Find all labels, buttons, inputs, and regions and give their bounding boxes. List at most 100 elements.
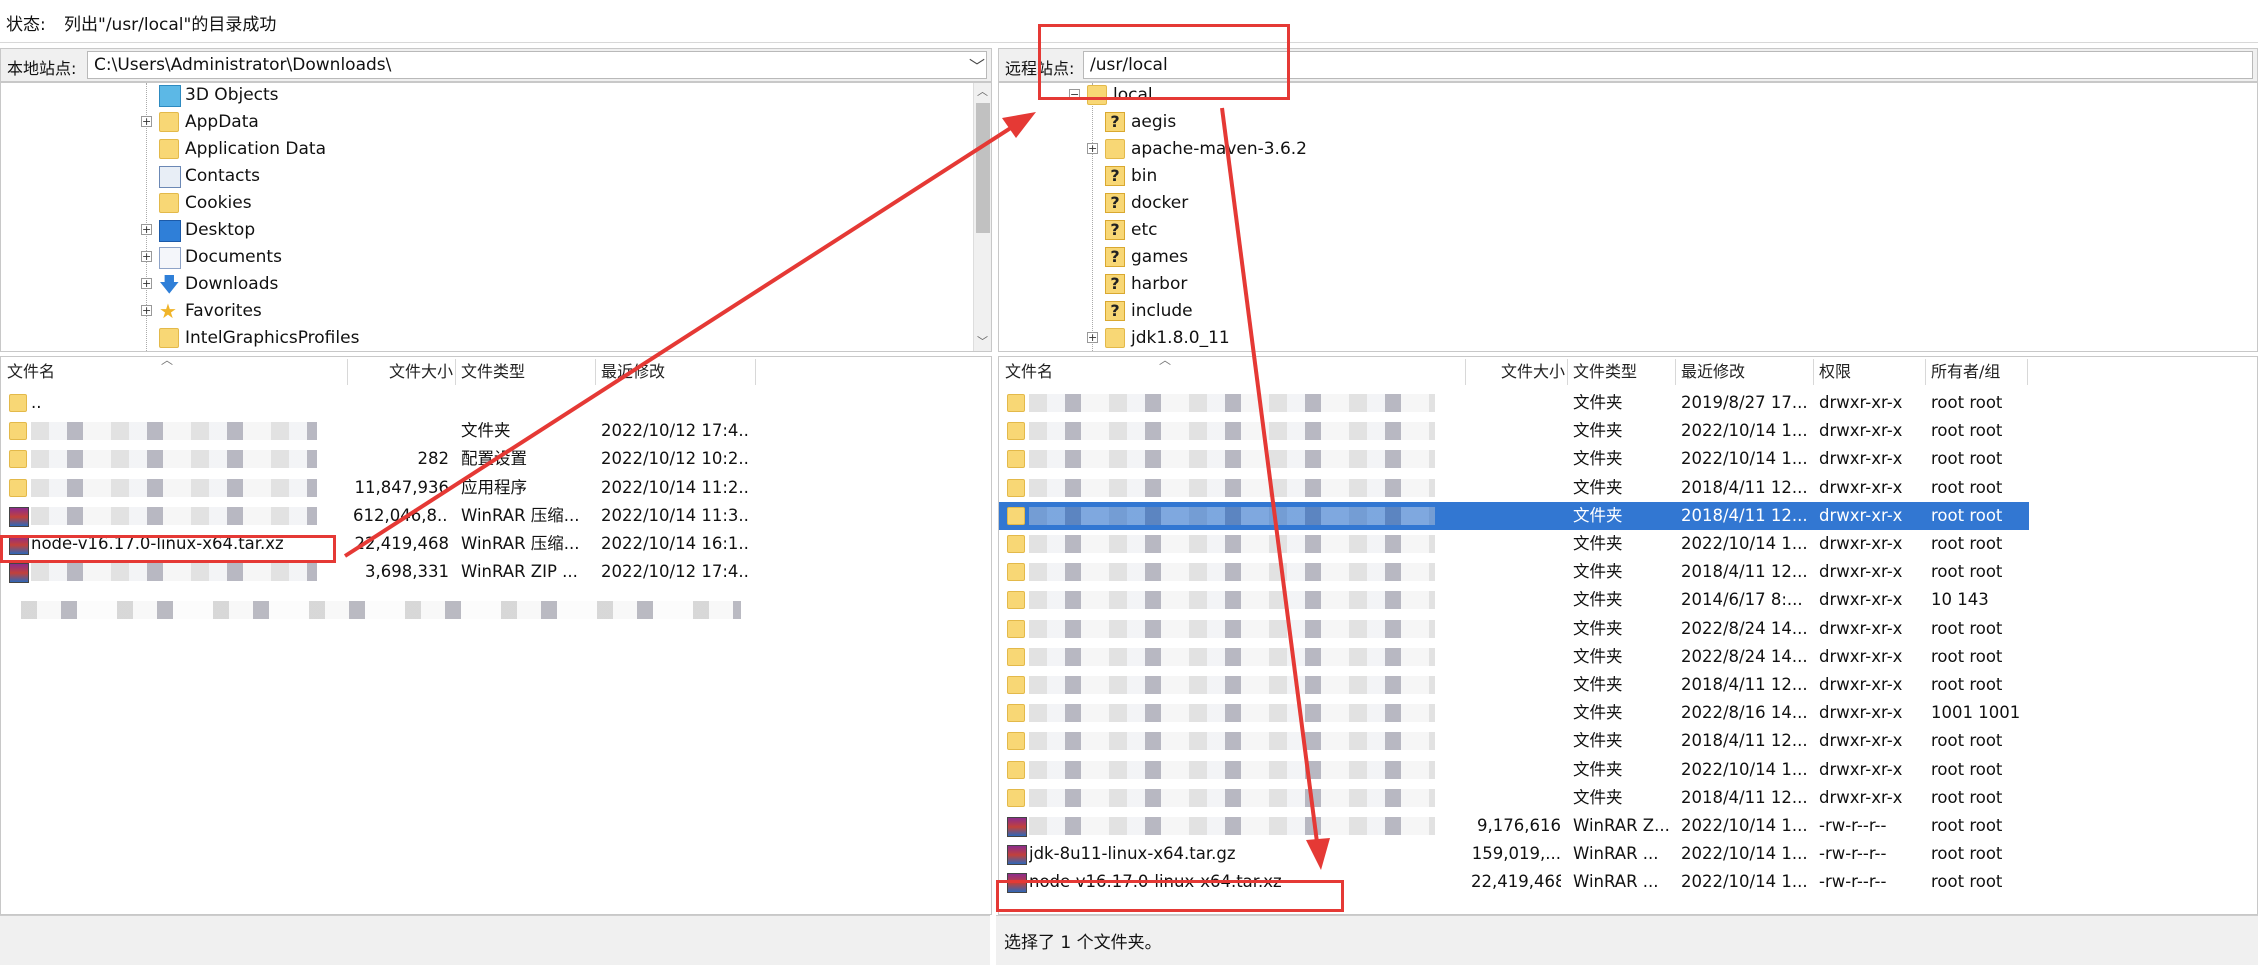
tree-item[interactable]: 3D Objects bbox=[141, 83, 641, 109]
cell-name: jdk-8u11-linux-x64.tar.gz bbox=[1029, 844, 1236, 864]
column-header[interactable]: 文件大小 bbox=[1471, 357, 1565, 387]
file-row[interactable]: 文件夹 2014/6/17 8:... drwxr-xr-x 10 143 bbox=[999, 586, 2029, 614]
scrollbar-thumb[interactable] bbox=[976, 103, 990, 233]
column-header[interactable]: 文件名 bbox=[7, 357, 345, 387]
column-header[interactable]: 文件名 bbox=[1005, 357, 1463, 387]
file-row[interactable]: 612,046,8... WinRAR 压缩... 2022/10/14 11:3.… bbox=[1, 502, 761, 530]
file-row[interactable]: 文件夹 2022/10/14 1... drwxr-xr-x root root bbox=[999, 756, 2029, 784]
tree-item[interactable]: ? bin bbox=[1087, 163, 1587, 190]
cell-modified: 2014/6/17 8:... bbox=[1681, 590, 1803, 610]
tree-item[interactable]: + jdk1.8.0_11 bbox=[1087, 325, 1587, 351]
cell-perm: drwxr-xr-x bbox=[1819, 675, 1903, 694]
tree-item[interactable]: + ★ Favorites bbox=[141, 298, 641, 325]
redacted-name bbox=[1029, 760, 1435, 779]
file-row[interactable]: 11,847,936 应用程序 2022/10/14 11:2... bbox=[1, 474, 761, 502]
file-row[interactable]: .. bbox=[1, 389, 761, 417]
tree-item[interactable]: + apache-maven-3.6.2 bbox=[1087, 136, 1587, 163]
expand-icon[interactable]: + bbox=[141, 251, 152, 262]
redacted-name bbox=[1029, 704, 1435, 723]
file-row[interactable]: 文件夹 2018/4/11 12... drwxr-xr-x root root bbox=[999, 671, 2029, 699]
column-separator[interactable] bbox=[1675, 359, 1676, 385]
file-row[interactable]: 文件夹 2022/10/14 1... drwxr-xr-x root root bbox=[999, 417, 2029, 445]
cell-modified: 2022/10/14 1... bbox=[1681, 534, 1807, 553]
file-row[interactable]: 文件夹 2018/4/11 12... drwxr-xr-x root root bbox=[999, 784, 2029, 812]
file-row[interactable]: 文件夹 2022/8/24 14... drwxr-xr-x root root bbox=[999, 615, 2029, 643]
cell-type: 配置设置 bbox=[461, 449, 527, 469]
tree-item[interactable]: ? docker bbox=[1087, 190, 1587, 217]
tree-item[interactable]: IntelGraphicsProfiles bbox=[141, 325, 641, 351]
tree-item[interactable]: ? include bbox=[1087, 298, 1587, 325]
cell-type: 文件夹 bbox=[1573, 393, 1623, 412]
tree-item[interactable]: ? etc bbox=[1087, 217, 1587, 244]
file-row[interactable]: 文件夹 2018/4/11 12... drwxr-xr-x root root bbox=[999, 501, 2029, 530]
expand-icon[interactable]: + bbox=[141, 278, 152, 289]
local-tree-scrollbar[interactable]: ︿ ﹀ bbox=[973, 83, 991, 351]
cell-owner: root root bbox=[1931, 759, 2003, 779]
redacted-name bbox=[1029, 535, 1435, 553]
column-separator[interactable] bbox=[455, 359, 456, 385]
file-row[interactable]: 文件夹 2019/8/27 17... drwxr-xr-x root root bbox=[999, 389, 2029, 417]
column-header[interactable]: 最近修改 bbox=[601, 357, 753, 387]
column-header[interactable]: 文件类型 bbox=[461, 357, 593, 387]
3d-objects-icon bbox=[159, 85, 181, 107]
expand-icon[interactable]: + bbox=[1087, 143, 1098, 154]
tree-item[interactable]: Contacts bbox=[141, 163, 641, 190]
file-row[interactable]: 文件夹 2022/10/14 1... drwxr-xr-x root root bbox=[999, 445, 2029, 473]
column-header[interactable]: 文件类型 bbox=[1573, 357, 1673, 387]
tree-item[interactable]: Cookies bbox=[141, 190, 641, 217]
column-separator[interactable] bbox=[1465, 359, 1466, 385]
column-separator[interactable] bbox=[1925, 359, 1926, 385]
folder-icon bbox=[1105, 328, 1125, 348]
redacted-name bbox=[1029, 788, 1435, 807]
column-separator[interactable] bbox=[347, 359, 348, 385]
file-row[interactable]: 文件夹 2022/10/12 17:4... bbox=[1, 417, 761, 445]
tree-item[interactable]: + 🡇 Downloads bbox=[141, 271, 641, 298]
cell-perm: drwxr-xr-x bbox=[1819, 787, 1903, 807]
file-row[interactable]: 文件夹 2022/8/16 14... drwxr-xr-x 1001 1001 bbox=[999, 699, 2029, 727]
file-row[interactable]: jdk-8u11-linux-x64.tar.gz 159,019,... WinR… bbox=[999, 840, 2029, 868]
file-row[interactable]: 文件夹 2022/10/14 1... drwxr-xr-x root root bbox=[999, 530, 2029, 558]
file-row[interactable]: 文件夹 2018/4/11 12... drwxr-xr-x root root bbox=[999, 474, 2029, 502]
file-row[interactable]: 282 配置设置 2022/10/12 10:2... bbox=[1, 445, 761, 473]
file-row[interactable]: 文件夹 2018/4/11 12... drwxr-xr-x root root bbox=[999, 727, 2029, 755]
cell-type: 文件夹 bbox=[1573, 590, 1623, 610]
expand-icon[interactable]: + bbox=[141, 305, 152, 316]
tree-item[interactable]: Application Data bbox=[141, 136, 641, 163]
expand-icon[interactable]: + bbox=[141, 116, 152, 127]
column-header[interactable]: 所有者/组 bbox=[1931, 357, 2025, 387]
column-header[interactable]: 最近修改 bbox=[1681, 357, 1811, 387]
tree-item-label: AppData bbox=[185, 112, 259, 132]
chevron-down-icon[interactable]: ﹀ bbox=[969, 53, 985, 77]
tree-item[interactable]: + Documents bbox=[141, 244, 641, 271]
chevron-up-icon[interactable]: ︿ bbox=[977, 83, 988, 99]
tree-item[interactable]: ? games bbox=[1087, 244, 1587, 271]
chevron-down-icon[interactable]: ﹀ bbox=[977, 333, 988, 349]
cell-modified: 2022/10/14 11:2... bbox=[601, 477, 749, 497]
cell-perm: drwxr-xr-x bbox=[1819, 505, 1903, 525]
column-separator[interactable] bbox=[595, 359, 596, 385]
expand-icon[interactable]: + bbox=[141, 224, 152, 235]
tree-item[interactable]: ? aegis bbox=[1087, 109, 1587, 136]
column-header[interactable]: 权限 bbox=[1819, 357, 1923, 387]
tree-item[interactable]: ? harbor bbox=[1087, 271, 1587, 298]
file-row[interactable]: 9,176,616 WinRAR Z... 2022/10/14 1... -rw-r… bbox=[999, 812, 2029, 840]
cell-perm: drwxr-xr-x bbox=[1819, 449, 1903, 469]
expand-icon[interactable]: + bbox=[1087, 332, 1098, 343]
column-separator[interactable] bbox=[755, 359, 756, 385]
downloads-icon: 🡇 bbox=[159, 272, 180, 296]
cell-perm: drwxr-xr-x bbox=[1819, 562, 1903, 582]
cell-modified: 2022/10/12 17:4... bbox=[601, 562, 749, 582]
tree-item[interactable]: + Desktop bbox=[141, 217, 641, 244]
tree-item-label: games bbox=[1131, 247, 1189, 267]
column-header[interactable]: 文件大小 bbox=[353, 357, 453, 387]
column-separator[interactable] bbox=[2027, 359, 2028, 385]
local-path-input[interactable]: C:\Users\Administrator\Downloads\ bbox=[87, 51, 987, 79]
file-row[interactable]: 文件夹 2018/4/11 12... drwxr-xr-x root root bbox=[999, 558, 2029, 586]
column-separator[interactable] bbox=[1567, 359, 1568, 385]
tree-item-label: include bbox=[1131, 301, 1193, 321]
cell-modified: 2022/10/14 1... bbox=[1681, 421, 1807, 441]
cell-owner: root root bbox=[1931, 618, 2003, 638]
file-row[interactable]: 文件夹 2022/8/24 14... drwxr-xr-x root root bbox=[999, 643, 2029, 671]
tree-item[interactable]: + AppData bbox=[141, 109, 641, 136]
column-separator[interactable] bbox=[1813, 359, 1814, 385]
